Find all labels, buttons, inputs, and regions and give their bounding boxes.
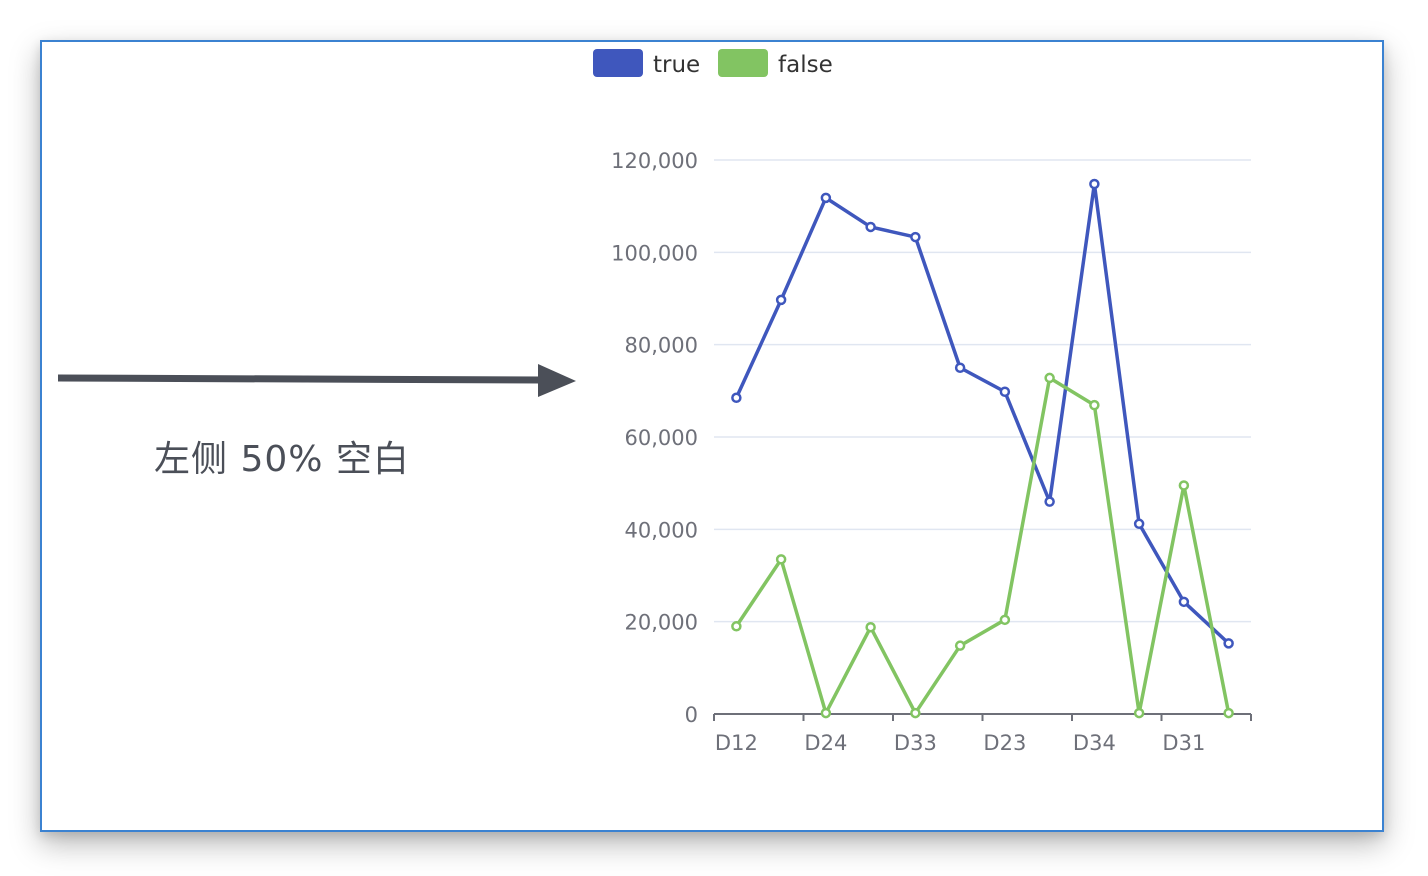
data-point-true <box>775 294 787 306</box>
series-line-false <box>734 376 1231 715</box>
x-tick-label: D34 <box>1073 731 1116 755</box>
data-point-false <box>999 614 1011 626</box>
data-point-true <box>1089 178 1100 190</box>
line-chart: true false 0 20,000 40,000 60,000 80,000 100,0… <box>593 49 1252 755</box>
y-tick-label: 120,000 <box>611 149 698 173</box>
legend-swatch-true <box>593 49 643 77</box>
legend: true false <box>593 49 833 78</box>
data-point-false <box>954 640 966 651</box>
y-tick-label: 0 <box>685 703 698 727</box>
x-tick-label: D31 <box>1162 731 1205 755</box>
data-point-true <box>731 392 742 404</box>
y-tick-label: 80,000 <box>625 334 698 358</box>
chart-frame: 左侧 50% 空白 true false 0 20,000 40,000 60,000 8… <box>40 40 1384 832</box>
x-tick-label: D33 <box>894 731 937 755</box>
legend-label-false: false <box>778 52 833 78</box>
data-point-true <box>999 386 1011 398</box>
y-tick-label: 20,000 <box>625 611 698 635</box>
y-tick-label: 60,000 <box>625 426 698 450</box>
data-point-true <box>1178 596 1190 608</box>
data-point-false <box>775 554 787 565</box>
data-point-false <box>1223 707 1234 719</box>
data-point-true <box>865 221 876 233</box>
x-tick-label: D12 <box>715 731 758 755</box>
data-point-true <box>1133 518 1145 530</box>
series-layer <box>731 178 1234 719</box>
legend-swatch-false <box>718 49 768 77</box>
x-tick-label: D23 <box>983 731 1026 755</box>
x-tick-label: D24 <box>804 731 847 755</box>
y-tick-label: 100,000 <box>611 241 698 265</box>
data-point-false <box>910 707 921 719</box>
y-axis: 0 20,000 40,000 60,000 80,000 100,000 120,000 <box>611 149 698 727</box>
data-point-false <box>865 621 876 633</box>
data-point-true <box>910 231 921 243</box>
data-point-false <box>820 707 832 719</box>
data-point-false <box>1133 707 1145 719</box>
data-point-false <box>1044 372 1055 384</box>
x-axis: D12 D24 D33 D23 D34 D31 <box>713 713 1252 755</box>
data-point-true <box>954 362 966 373</box>
data-point-false <box>731 621 742 632</box>
data-point-true <box>1044 496 1055 507</box>
y-tick-label: 40,000 <box>625 518 698 542</box>
data-point-false <box>1178 480 1190 491</box>
data-point-true <box>820 192 832 204</box>
data-point-false <box>1089 399 1100 411</box>
data-point-true <box>1223 638 1234 649</box>
legend-label-true: true <box>653 52 700 78</box>
